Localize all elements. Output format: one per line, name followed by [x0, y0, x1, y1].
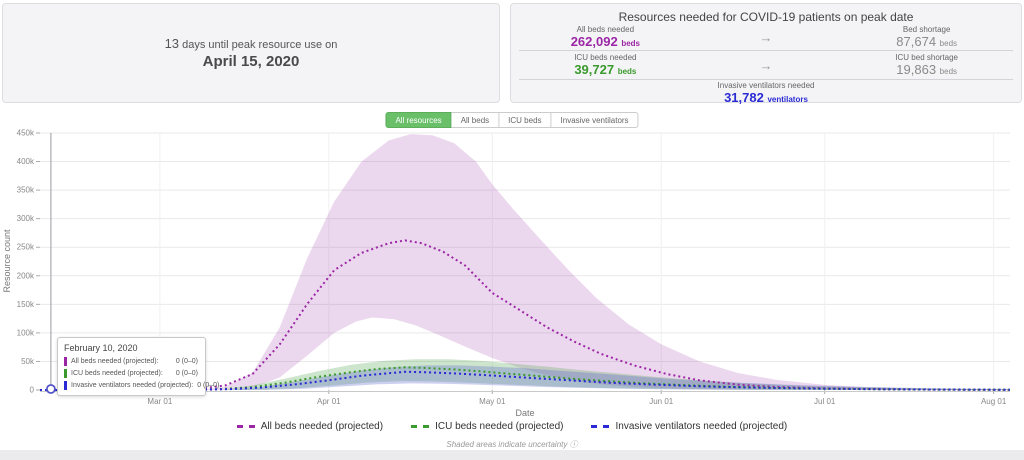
tab-invasive-ventilators[interactable]: Invasive ventilators — [552, 112, 639, 128]
all-beds-needed-stat: All beds needed 262,092 beds — [511, 25, 700, 50]
y-tick-label: 350k — [17, 186, 35, 195]
peak-date: April 15, 2020 — [203, 53, 300, 70]
y-tick-label: 200k — [17, 271, 35, 280]
x-tick-label: May 01 — [479, 397, 506, 406]
all-beds-row: All beds needed 262,092 beds → Bed short… — [511, 25, 1021, 49]
peak-resources-card: Resources needed for COVID-19 patients o… — [510, 3, 1022, 103]
series-color-bar — [64, 369, 67, 378]
y-tick-label: 50k — [21, 357, 35, 366]
chart-legend: All beds needed (projected) ICU beds nee… — [0, 421, 1024, 432]
legend-icu-beds[interactable]: ICU beds needed (projected) — [411, 421, 563, 432]
dashed-line-swatch — [591, 425, 609, 428]
y-axis-title: Resource count — [2, 229, 12, 293]
y-tick-label: 300k — [17, 214, 35, 223]
y-tick-label: 100k — [17, 328, 35, 337]
series-color-bar — [64, 381, 67, 390]
x-tick-label: Apr 01 — [317, 397, 341, 406]
page-background-strip — [0, 450, 1024, 460]
icu-beds-row: ICU beds needed 39,727 beds → ICU bed sh… — [511, 53, 1021, 77]
icu-beds-needed-stat: ICU beds needed 39,727 beds — [511, 53, 700, 78]
y-tick-label: 450k — [17, 129, 35, 138]
days-until-peak-number: 13 — [165, 36, 179, 51]
bed-shortage-stat: Bed shortage 87,674 beds — [832, 25, 1021, 50]
tooltip-row-ventilators: Invasive ventilators needed (projected):… — [64, 381, 198, 390]
tooltip-row-icu-beds: ICU beds needed (projected): 0 (0–0) — [64, 369, 198, 378]
legend-ventilators[interactable]: Invasive ventilators needed (projected) — [591, 421, 787, 432]
dashed-line-swatch — [237, 425, 255, 428]
x-tick-label: Jul 01 — [814, 397, 836, 406]
resource-tabs: All resources All beds ICU beds Invasive… — [385, 112, 638, 128]
resources-card-title: Resources needed for COVID-19 patients o… — [511, 10, 1021, 24]
y-tick-label: 0 — [30, 386, 35, 395]
y-tick-label: 250k — [17, 243, 35, 252]
legend-all-beds[interactable]: All beds needed (projected) — [237, 421, 383, 432]
x-axis-title: Date — [515, 408, 534, 418]
tab-all-resources[interactable]: All resources — [385, 112, 451, 128]
days-until-peak-text: 13 days until peak resource use on — [165, 36, 338, 51]
x-tick-label: Mar 01 — [147, 397, 172, 406]
ventilators-row: Invasive ventilators needed 31,782 venti… — [511, 81, 1021, 103]
tooltip-row-all-beds: All beds needed (projected): 0 (0–0) — [64, 357, 198, 366]
y-tick-label: 150k — [17, 300, 35, 309]
x-tick-label: Aug 01 — [981, 397, 1007, 406]
uncertainty-note: Shaded areas indicate uncertainty ⓘ — [0, 439, 1024, 450]
ventilators-needed-stat: Invasive ventilators needed 31,782 venti… — [700, 81, 833, 106]
arrow-icon: → — [700, 30, 833, 45]
chart-tooltip: February 10, 2020 All beds needed (proje… — [57, 337, 206, 396]
dashed-line-swatch — [411, 425, 429, 428]
tab-all-beds[interactable]: All beds — [452, 112, 499, 128]
divider — [519, 50, 1013, 51]
tab-icu-beds[interactable]: ICU beds — [499, 112, 551, 128]
y-tick-label: 400k — [17, 157, 35, 166]
tooltip-date: February 10, 2020 — [64, 343, 198, 353]
series-color-bar — [64, 357, 67, 366]
peak-date-card: 13 days until peak resource use on April… — [2, 3, 500, 103]
x-tick-label: Jun 01 — [649, 397, 674, 406]
info-icon: ⓘ — [570, 440, 578, 449]
divider — [519, 79, 1013, 80]
arrow-icon: → — [700, 58, 833, 73]
icu-bed-shortage-stat: ICU bed shortage 19,863 beds — [832, 53, 1021, 78]
